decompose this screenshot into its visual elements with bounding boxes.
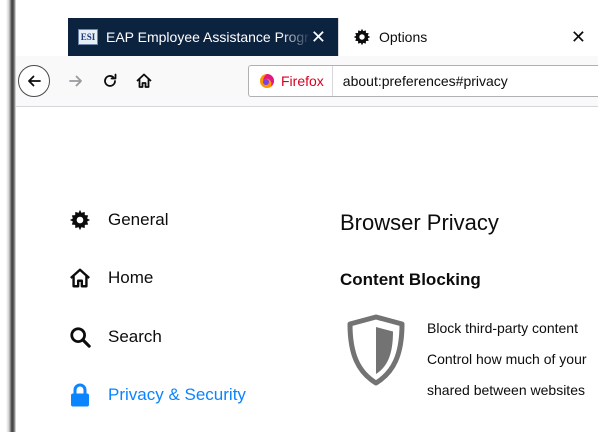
section-title: Content Blocking [340,270,481,289]
sidebar-item-label: Privacy & Security [108,385,246,404]
shield-icon [347,314,405,386]
home-icon [136,73,152,88]
close-tab-icon[interactable]: ✕ [311,28,326,46]
url-input[interactable]: about:preferences#privacy [343,73,508,89]
nav-bar: Firefox about:preferences#privacy [16,56,598,107]
firefox-logo-icon [260,74,274,88]
url-bar[interactable]: Firefox about:preferences#privacy [248,65,598,97]
home-icon [68,266,92,290]
reload-button[interactable] [94,65,126,97]
browser-window: ESI EAP Employee Assistance Program ✕ Op… [16,0,598,432]
tab-title: Options [379,29,428,45]
tab-options[interactable]: Options ✕ [338,18,598,56]
gear-icon [353,28,371,46]
sidebar-item-label: General [108,210,169,229]
sidebar-item-search[interactable]: Search [68,320,162,354]
tab-eap[interactable]: ESI EAP Employee Assistance Program ✕ [68,18,338,56]
close-tab-icon[interactable]: ✕ [571,28,586,46]
categories-sidebar: General Home Search Privacy & Security [16,106,316,432]
home-button[interactable] [128,65,160,97]
tab-title: EAP Employee Assistance Program [106,29,311,45]
search-icon [68,325,92,349]
esi-favicon-icon: ESI [78,29,98,45]
identity-label: Firefox [281,73,324,89]
page-title: Browser Privacy [340,210,499,235]
reload-icon [104,73,117,87]
back-arrow-icon [28,75,41,87]
identity-box[interactable]: Firefox [249,66,333,96]
lock-icon [68,383,92,407]
sidebar-item-general[interactable]: General [68,203,168,237]
forward-arrow-icon [69,75,82,87]
sidebar-item-home[interactable]: Home [68,261,153,295]
description-line: shared between websites [427,382,585,398]
description-line: Block third-party content [427,320,578,336]
tab-strip: ESI EAP Employee Assistance Program ✕ Op… [16,0,598,56]
sidebar-item-label: Home [108,268,154,287]
back-button[interactable] [18,65,50,97]
description-line: Control how much of your [427,351,587,367]
gear-icon [68,208,92,232]
desktop-edge [0,0,16,432]
forward-button[interactable] [60,65,92,97]
sidebar-item-privacy-security[interactable]: Privacy & Security [68,378,246,412]
main-pane: Browser Privacy Content Blocking Block t… [340,106,598,432]
sidebar-item-label: Search [108,327,162,346]
